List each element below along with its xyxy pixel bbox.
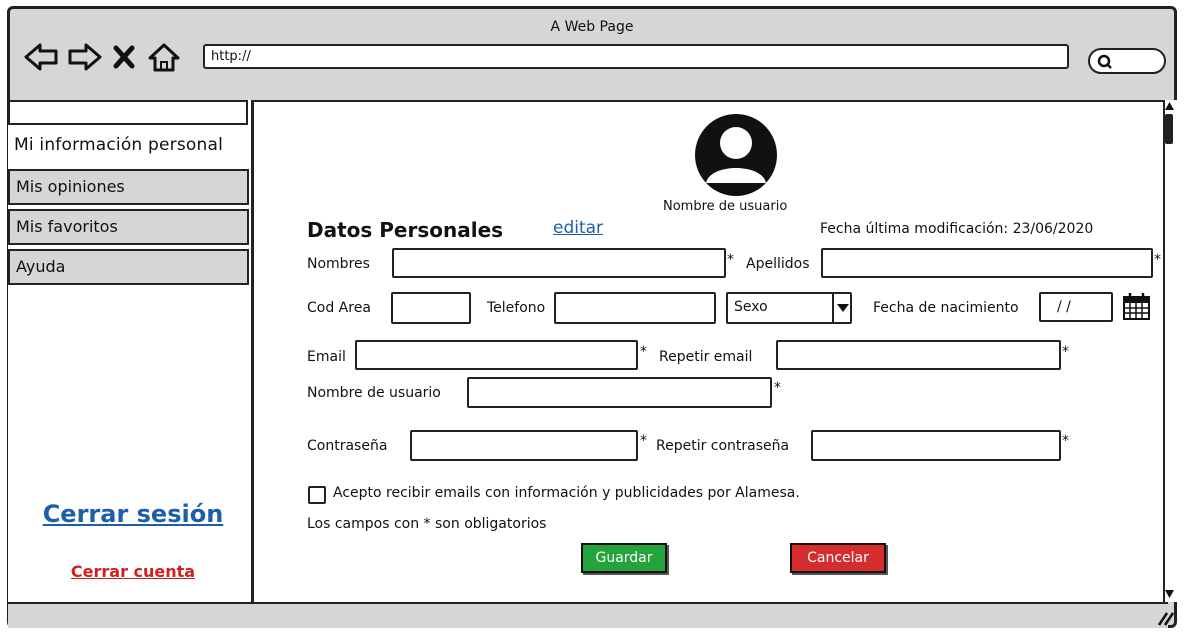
stop-icon[interactable] — [113, 45, 135, 69]
logout-link[interactable]: Cerrar sesión — [28, 500, 238, 528]
repeat-password-input[interactable] — [811, 430, 1061, 461]
edit-link[interactable]: editar — [553, 218, 603, 238]
sidebar-item-favorites[interactable]: Mis favoritos — [8, 209, 249, 245]
email-label: Email — [307, 349, 346, 365]
last-names-input[interactable] — [821, 248, 1153, 278]
sex-select[interactable]: Sexo — [726, 292, 852, 324]
required-mark: * — [727, 252, 734, 268]
sex-select-value: Sexo — [734, 299, 768, 315]
chevron-down-icon — [837, 304, 849, 312]
first-names-label: Nombres — [307, 256, 370, 272]
required-mark: * — [774, 380, 781, 396]
repeat-email-input[interactable] — [776, 340, 1061, 370]
forward-icon[interactable] — [68, 43, 102, 71]
username-input[interactable] — [467, 377, 772, 408]
save-button[interactable]: Guardar — [581, 543, 667, 573]
birth-date-input[interactable]: / / — [1039, 292, 1113, 322]
required-mark: * — [640, 344, 647, 360]
marketing-checkbox-label: Acepto recibir emails con información y … — [333, 485, 800, 501]
marketing-checkbox[interactable] — [308, 486, 326, 504]
password-input[interactable] — [410, 430, 638, 461]
search-icon — [1097, 54, 1112, 69]
required-mark: * — [1062, 344, 1069, 360]
sidebar-item-help[interactable]: Ayuda — [8, 249, 249, 285]
scroll-up-icon[interactable] — [1165, 102, 1174, 111]
last-modified: Fecha última modificación: 23/06/2020 — [820, 221, 1094, 237]
scroll-down-icon[interactable] — [1165, 590, 1174, 599]
resize-grip-icon[interactable] — [1156, 610, 1174, 626]
phone-label: Telefono — [487, 300, 546, 316]
password-label: Contraseña — [307, 438, 388, 454]
first-names-input[interactable] — [392, 248, 726, 278]
repeat-email-label: Repetir email — [659, 349, 753, 365]
status-bar — [8, 602, 1168, 628]
scrollbar-thumb[interactable] — [1165, 114, 1173, 144]
vertical-scrollbar[interactable] — [1163, 100, 1177, 602]
sidebar-search-box[interactable] — [8, 100, 248, 125]
username-caption: Nombre de usuario — [663, 199, 788, 214]
sidebar-item-opinions[interactable]: Mis opiniones — [8, 169, 249, 205]
home-icon[interactable] — [148, 43, 180, 72]
sex-select-toggle[interactable] — [832, 294, 852, 322]
repeat-password-label: Repetir contraseña — [656, 438, 790, 454]
birth-date-value: / / — [1057, 299, 1071, 315]
url-field[interactable]: http:// — [203, 44, 1069, 69]
close-account-link[interactable]: Cerrar cuenta — [28, 562, 238, 581]
last-names-label: Apellidos — [746, 256, 810, 272]
search-field[interactable] — [1088, 48, 1166, 74]
username-label: Nombre de usuario — [307, 385, 441, 401]
required-mark: * — [640, 433, 647, 449]
cancel-button[interactable]: Cancelar — [790, 543, 886, 573]
required-mark: * — [1062, 433, 1069, 449]
calendar-icon[interactable] — [1120, 291, 1154, 323]
phone-input[interactable] — [554, 292, 716, 324]
sidebar: Mi información personal Mis opiniones Mi… — [8, 100, 254, 602]
window-title: A Web Page — [550, 19, 634, 35]
section-title: Datos Personales — [307, 218, 504, 242]
required-mark: * — [1154, 252, 1161, 268]
back-icon[interactable] — [24, 43, 58, 71]
area-code-input[interactable] — [391, 292, 471, 324]
birth-date-label: Fecha de nacimiento — [873, 300, 1019, 316]
browser-nav-icons — [24, 43, 180, 72]
required-note: Los campos con * son obligatorios — [307, 516, 547, 532]
email-input[interactable] — [355, 340, 638, 370]
sidebar-item-personal-info[interactable]: Mi información personal — [8, 129, 249, 165]
avatar-icon — [695, 114, 777, 196]
area-code-label: Cod Area — [307, 300, 371, 316]
